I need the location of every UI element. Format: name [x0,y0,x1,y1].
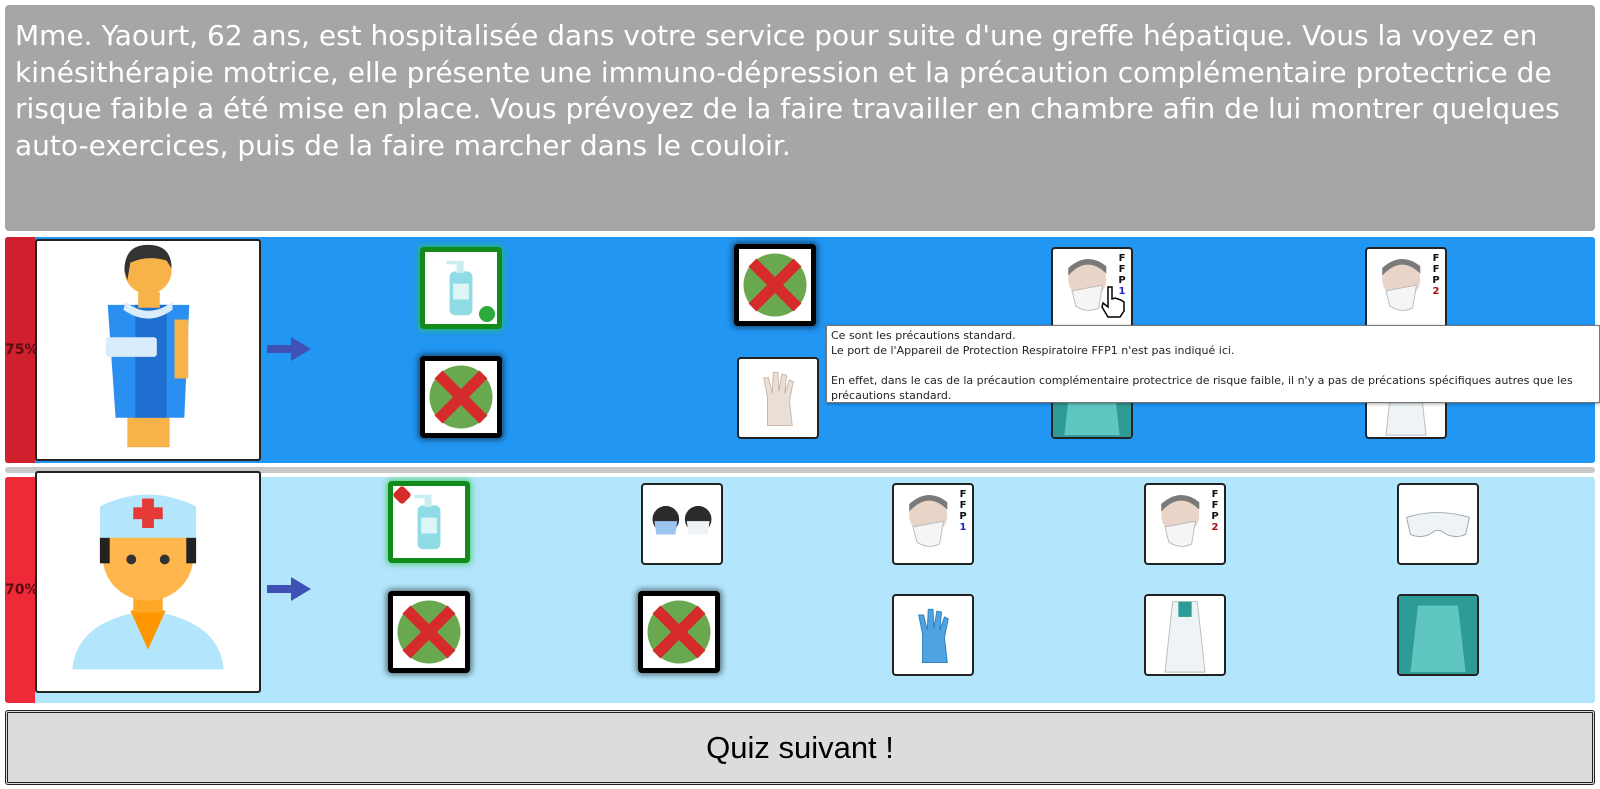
ffp2-mask-item[interactable]: FFP2 [1144,483,1226,565]
apron-icon [1164,601,1206,673]
hand-sanitizer-item[interactable] [420,247,502,329]
patient-score-bar: 75% [5,237,39,463]
wrong-cross-icon [397,600,461,664]
wrong-cross-icon [743,253,807,317]
soap-item[interactable] [388,591,470,673]
ffp2-label: FFP2 [1432,253,1440,297]
surgical-mask-item[interactable] [641,483,723,565]
safety-glasses-item[interactable] [1397,483,1479,565]
question-text: Mme. Yaourt, 62 ans, est hospitalisée da… [5,5,1595,231]
vinyl-gloves-item[interactable] [737,357,819,439]
tooltip-line: Le port de l'Appareil de Protection Resp… [831,344,1235,357]
ffp1-label: FFP1 [959,489,967,533]
glove-icon [763,371,794,427]
surgical-mask-icon [652,505,712,535]
surgical-mask-item[interactable] [734,244,816,326]
next-quiz-button[interactable]: Quiz suivant ! [5,710,1595,785]
arrow-icon [267,337,311,361]
hand-cursor-icon [1101,286,1125,318]
arrow-icon [267,577,311,601]
patient-avatar [35,239,261,461]
gown-icon [1399,596,1477,674]
patient-icon [105,244,190,448]
carer-score-bar: 70% [5,477,39,703]
feedback-tooltip: Ce sont les précautions standard. Le por… [826,325,1600,403]
tooltip-line: Ce sont les précautions standard. [831,329,1016,342]
carer-avatar [35,471,261,693]
correct-check-icon [479,306,495,322]
nurse-icon [72,494,224,670]
soap-item[interactable] [420,356,502,438]
carer-row: 70% F F P 1 F F P 2 [5,471,1595,703]
vinyl-gloves-item[interactable] [638,591,720,673]
hand-sanitizer-item[interactable] [388,481,470,563]
ffp2-mask-item[interactable]: FFP2 [1365,247,1447,329]
wrong-cross-icon [429,365,493,429]
ffp1-mask-item[interactable]: FFP1 [892,483,974,565]
tooltip-line: En effet, dans le cas de la précaution c… [831,374,1573,402]
patient-score: 75% [5,342,39,358]
blue-glove-icon [918,608,949,664]
apron-item[interactable] [1144,594,1226,676]
ffp2-label: FFP2 [1211,489,1219,533]
carer-score: 70% [5,582,39,598]
wrong-cross-icon [647,600,711,664]
gown-item[interactable] [1397,594,1479,676]
safety-glasses-icon [1406,512,1470,538]
nitrile-gloves-item[interactable] [892,594,974,676]
